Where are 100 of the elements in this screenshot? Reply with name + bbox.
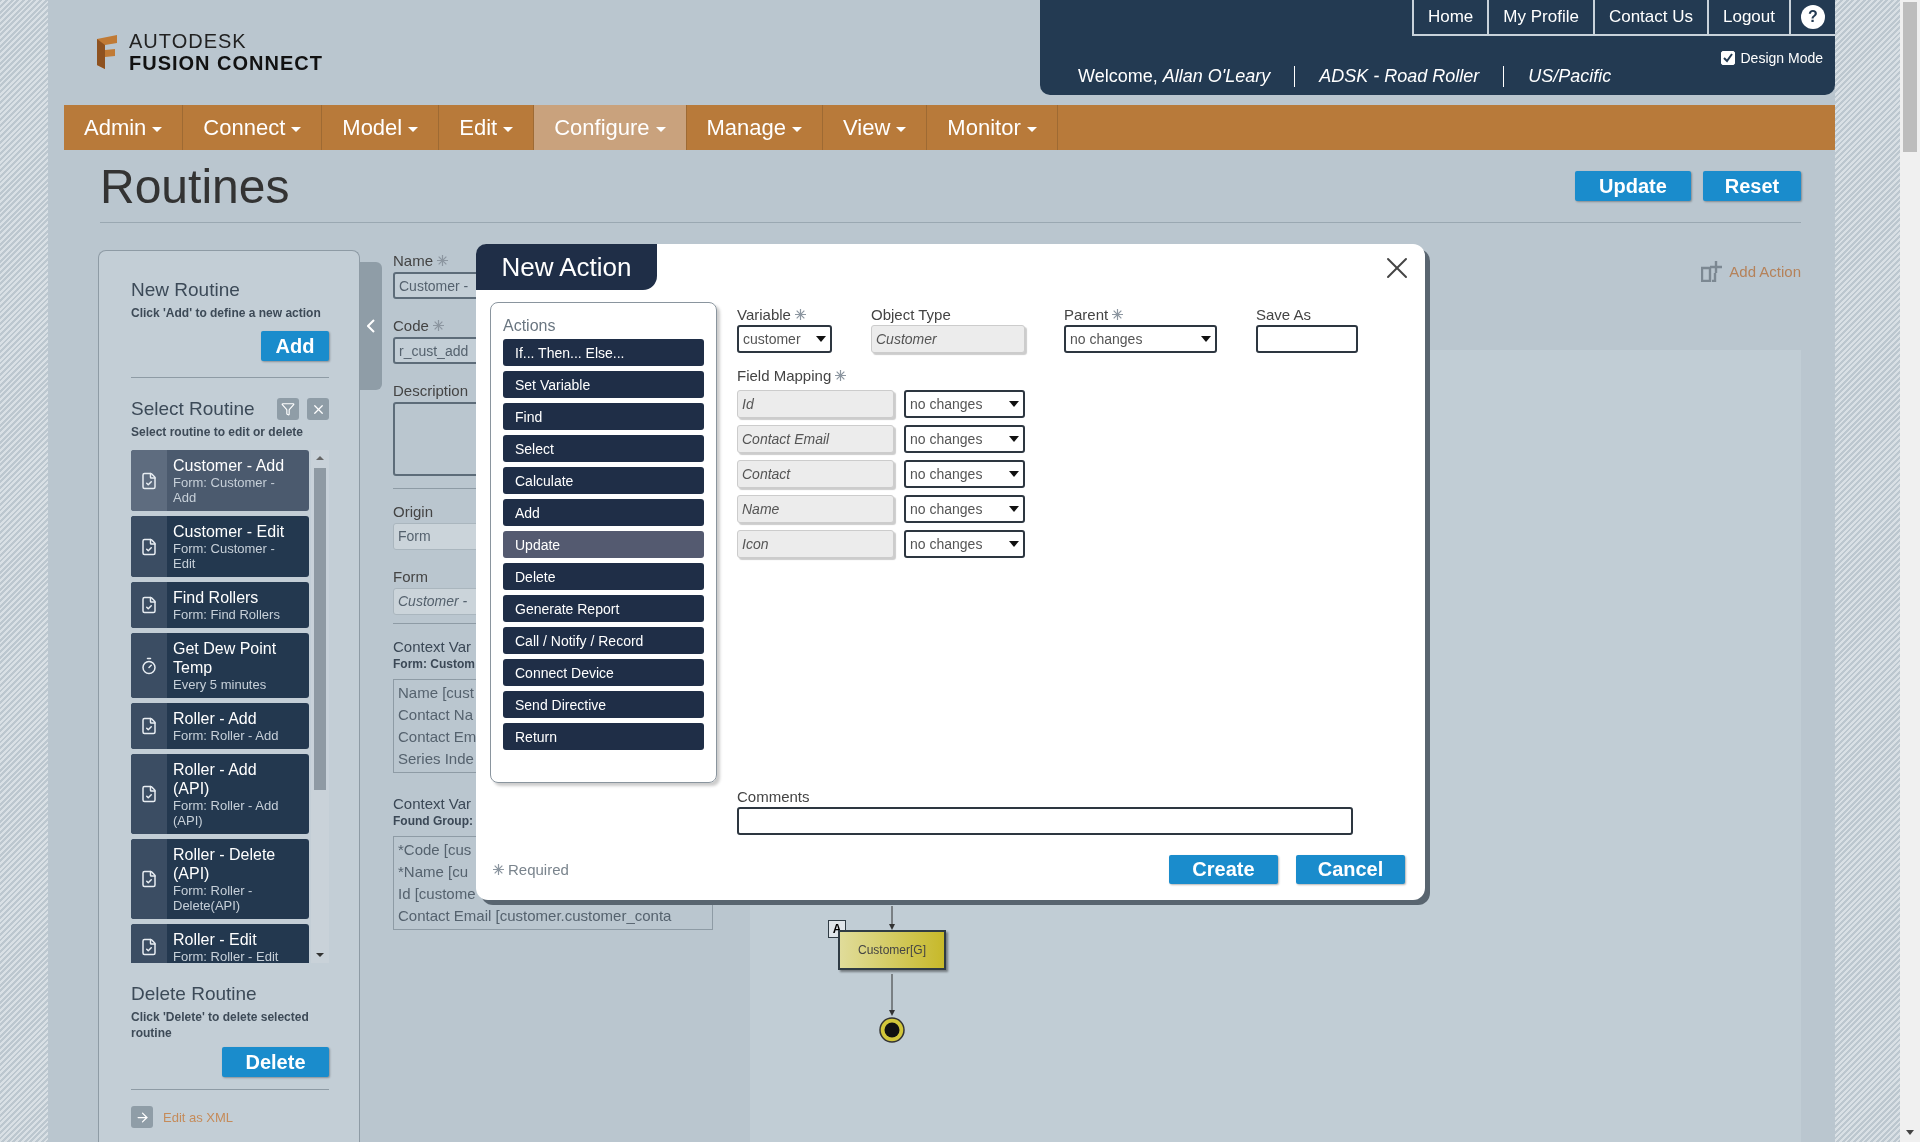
mapped-field: Contact [737, 460, 894, 488]
dropdown[interactable]: no changes [904, 460, 1025, 488]
field-label: Context Var [393, 638, 472, 655]
dropdown[interactable]: no changes [1064, 325, 1217, 353]
filter-icon[interactable] [277, 398, 299, 420]
routine-detail: Form: Roller - Add [173, 728, 280, 743]
top-link[interactable]: Logout [1707, 0, 1789, 36]
hint-text: Click 'Delete' to delete selected routine [131, 1009, 310, 1041]
page-title: Routines [100, 158, 290, 214]
routine-detail: Form: Roller - Delete(API) [173, 883, 254, 913]
create-button[interactable]: Create [1169, 855, 1278, 884]
action-button[interactable]: Calculate [503, 467, 704, 494]
field-label: Comments [737, 788, 810, 805]
text-field[interactable] [1256, 325, 1358, 353]
add-button[interactable]: Add [261, 331, 329, 361]
account-name: ADSK - Road Roller [1294, 66, 1504, 87]
required-icon [493, 864, 504, 875]
hint-text: Select routine to edit or delete [131, 424, 305, 440]
field-label: Context Var [393, 795, 472, 812]
help-link[interactable]: ? [1789, 0, 1835, 36]
help-icon: ? [1801, 5, 1825, 29]
field-label: Name [393, 252, 433, 269]
field-label: Object Type [871, 306, 951, 323]
diagram-node[interactable]: Customer[G] [838, 930, 946, 970]
routine-item[interactable]: Get Dew Point Temp Every 5 minutes [131, 633, 309, 698]
list-scrollbar[interactable] [311, 450, 329, 963]
action-button[interactable]: Connect Device [503, 659, 704, 686]
update-button[interactable]: Update [1575, 171, 1691, 201]
action-button[interactable]: Update [503, 531, 704, 558]
cancel-button[interactable]: Cancel [1296, 855, 1405, 884]
welcome-text: Welcome, Allan O'Leary [1077, 66, 1272, 87]
end-node-icon [878, 1016, 906, 1044]
dropdown[interactable]: no changes [904, 425, 1025, 453]
top-link[interactable]: Home [1411, 0, 1488, 36]
connector-arrow [888, 974, 896, 1016]
connector-arrow [888, 906, 896, 930]
context-variable: Contact Email [customer.customer_conta [398, 906, 672, 926]
required-icon [432, 320, 444, 331]
delete-button[interactable]: Delete [222, 1047, 329, 1077]
action-button[interactable]: If... Then... Else... [503, 339, 704, 366]
dropdown[interactable]: no changes [904, 390, 1025, 418]
routine-item[interactable]: Customer - Add Form: Customer - Add [131, 450, 309, 511]
nav-menu[interactable]: Model [322, 105, 440, 150]
routine-item[interactable]: Roller - Add Form: Roller - Add [131, 703, 309, 749]
nav-menu[interactable]: Admin [64, 105, 184, 150]
clear-icon[interactable] [307, 398, 329, 420]
document-check-icon [140, 938, 158, 956]
routine-detail: Form: Find Rollers [173, 607, 281, 622]
field-label: Field Mapping [737, 367, 832, 384]
top-link[interactable]: My Profile [1487, 0, 1593, 36]
action-button[interactable]: Generate Report [503, 595, 704, 622]
action-button[interactable]: Return [503, 723, 704, 750]
section-title: Delete Routine [131, 983, 258, 1005]
logo-icon [95, 35, 119, 69]
context-variable: Series Inde [398, 749, 474, 769]
nav-menu[interactable]: View [823, 105, 928, 150]
nav-menu[interactable]: Manage [686, 105, 824, 150]
action-button[interactable]: Send Directive [503, 691, 704, 718]
nav-menu[interactable]: Monitor [927, 105, 1058, 150]
mapped-field: Contact Email [737, 425, 894, 453]
field-label: Origin [393, 503, 433, 520]
nav-menu[interactable]: Connect [183, 105, 323, 150]
top-link[interactable]: Contact Us [1592, 0, 1707, 36]
routine-name: Customer - Edit [173, 522, 286, 541]
routine-name: Customer - Add [173, 456, 286, 475]
action-button[interactable]: Call / Notify / Record [503, 627, 704, 654]
document-check-icon [140, 596, 158, 614]
routine-name: Roller - Add [173, 709, 258, 728]
dropdown[interactable]: customer [737, 325, 832, 353]
routine-detail: Form: Customer - Edit [173, 541, 276, 571]
dialog-title: New Action [476, 244, 657, 290]
comments-field[interactable] [737, 807, 1353, 835]
reset-button[interactable]: Reset [1703, 171, 1801, 201]
field-label: Description [393, 382, 469, 399]
routine-name: Get Dew Point Temp [173, 639, 278, 677]
mapped-field: Icon [737, 530, 894, 558]
context-variable: *Name [cu [398, 862, 469, 882]
action-button[interactable]: Set Variable [503, 371, 704, 398]
routine-name: Roller - Add (API) [173, 760, 258, 798]
required-icon [1112, 309, 1124, 320]
routine-item[interactable]: Roller - Edit Form: Roller - Edit [131, 924, 309, 963]
routine-item[interactable]: Roller - Delete (API) Form: Roller - Delete(API) [131, 839, 309, 919]
routine-item[interactable]: Roller - Add (API) Form: Roller - Add (API) [131, 754, 309, 834]
stopwatch-icon [140, 656, 158, 675]
context-variable: *Code [cus [398, 840, 472, 860]
dropdown[interactable]: no changes [904, 495, 1025, 523]
document-check-icon [140, 785, 158, 803]
routine-item[interactable]: Customer - Edit Form: Customer - Edit [131, 516, 309, 577]
dropdown[interactable]: no changes [904, 530, 1025, 558]
action-button[interactable]: Delete [503, 563, 704, 590]
design-mode-checkbox[interactable] [1720, 51, 1735, 65]
mapped-field: Name [737, 495, 894, 523]
sub-label: Found Group: [393, 814, 473, 828]
action-button[interactable]: Select [503, 435, 704, 462]
routine-item[interactable]: Find Rollers Form: Find Rollers [131, 582, 309, 628]
page-scrollbar[interactable] [1900, 0, 1920, 1142]
context-variable: Contact Na [398, 705, 474, 725]
action-button[interactable]: Find [503, 403, 704, 430]
action-button[interactable]: Add [503, 499, 704, 526]
section-title: New Routine [131, 279, 241, 301]
